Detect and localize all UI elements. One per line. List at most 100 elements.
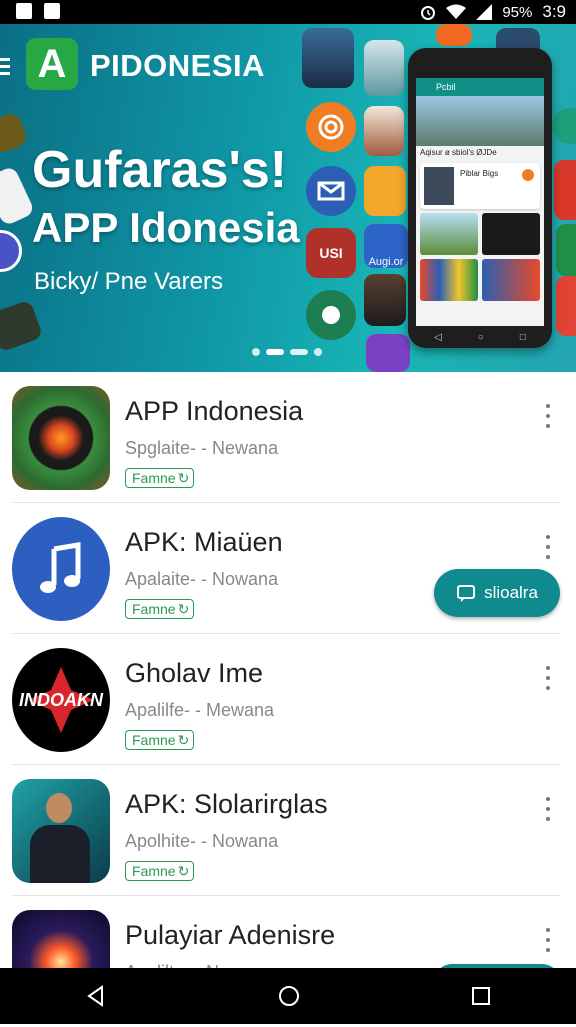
logo-letter: A — [37, 41, 67, 86]
wifi-icon — [446, 4, 467, 19]
avatar-thumb-1 — [302, 28, 354, 88]
notification-icon — [16, 3, 32, 19]
icon-text: INDOAKN — [19, 689, 103, 710]
decor-green-icon — [0, 299, 44, 353]
carousel-dots[interactable] — [252, 348, 322, 356]
more-options-icon[interactable] — [540, 797, 556, 821]
app-title: APK: Miaüen — [125, 527, 283, 557]
phone-grid-tile — [420, 213, 478, 255]
action-label: slioalra — [484, 583, 538, 602]
carousel-dot-active[interactable] — [266, 349, 284, 355]
promo-banner[interactable]: A PIDONESIA Gufaras's! APP Idonesia Bick… — [0, 24, 576, 372]
avatar-thumb-3 — [364, 106, 404, 156]
play-notification-icon — [44, 3, 60, 19]
mail-icon — [306, 166, 356, 216]
phone-header-label: Pcbil — [436, 82, 456, 92]
phone-grid-tile — [482, 213, 540, 255]
phone-recents-icon: □ — [519, 331, 526, 343]
more-options-icon[interactable] — [540, 535, 556, 559]
signal-icon — [476, 4, 493, 20]
augi-label: Augi.or — [368, 256, 404, 268]
augi-tile-icon: Augi.or — [364, 224, 408, 268]
list-item[interactable]: APP Indonesia Spglaite- - Newana Famne ↻ — [0, 372, 576, 503]
app-badge: Famne ↻ — [125, 599, 195, 619]
app-badge: Famne ↻ — [125, 730, 195, 750]
app-badge: Famne ↻ — [125, 468, 195, 488]
app-subtitle: Apalaite- - Nowana — [125, 569, 279, 589]
alarm-icon — [421, 6, 436, 20]
phone-card-icon — [522, 169, 534, 181]
more-options-icon[interactable] — [540, 666, 556, 690]
indoakn-logo-icon: INDOAKN — [12, 648, 110, 752]
list-item[interactable]: INDOAKN Gholav Ime Apalilfe- - Mewana Fa… — [0, 634, 576, 765]
banner-headline-secondary: APP Idonesia — [32, 204, 300, 251]
decor-tile-icon — [0, 165, 36, 227]
app-title: Gholav Ime — [125, 658, 264, 688]
orange-tile-icon — [436, 24, 472, 46]
play-tile-icon — [364, 166, 406, 216]
app-title: APK: Slolarirglas — [125, 789, 328, 819]
more-options-icon[interactable] — [540, 928, 556, 952]
decor-cube-icon — [0, 111, 29, 155]
list-item[interactable]: APK: Miaüen Apalaite- - Nowana Famne ↻ sl… — [0, 503, 576, 634]
app-logo: A — [26, 38, 78, 90]
app-subtitle: Spglaite- - Newana — [125, 438, 279, 458]
phone-mockup: Pcbil Aqisur ø sbiol's ØJDe Piblar Bigs … — [408, 48, 552, 348]
usi-label: USI — [319, 245, 343, 261]
phone-back-icon: ◁ — [434, 331, 442, 343]
red-tile-icon — [554, 160, 576, 220]
chat-icon — [457, 585, 476, 602]
badge-label: Famne — [132, 601, 176, 617]
music-note-icon — [12, 517, 110, 621]
phone-grid-tile — [482, 259, 540, 301]
system-nav-bar — [0, 968, 576, 1024]
phone-nav: ◁ ○ □ — [416, 326, 544, 348]
carousel-dot[interactable] — [314, 348, 322, 356]
refresh-icon: ↻ — [177, 863, 190, 879]
wifi-circle-icon — [306, 102, 356, 152]
carousel-dot[interactable] — [252, 348, 260, 356]
list-item[interactable]: APK: Slolarirglas Apolhite- - Nowana Fam… — [0, 765, 576, 896]
menu-icon[interactable] — [0, 58, 10, 79]
decor-circle-icon — [0, 230, 22, 272]
usi-badge-icon: USI — [306, 228, 356, 278]
phone-card-avatar — [424, 167, 454, 205]
phone-card-title: Piblar Bigs — [460, 169, 499, 178]
green-tile-icon — [556, 224, 576, 276]
refresh-icon: ↻ — [177, 601, 190, 617]
person-icon — [12, 779, 110, 883]
carousel-dot[interactable] — [290, 349, 308, 355]
badge-label: Famne — [132, 732, 176, 748]
pencil-icon — [366, 334, 410, 372]
refresh-icon: ↻ — [177, 732, 190, 748]
camera-lens-icon — [12, 386, 110, 490]
banner-headline: Gufaras's! — [32, 141, 288, 199]
banner-subline: Bicky/ Pne Varers — [34, 268, 223, 295]
phone-home-icon: ○ — [477, 331, 484, 343]
app-title: APP Indonesia — [125, 396, 304, 426]
home-icon[interactable] — [277, 984, 301, 1008]
app-badge: Famne ↻ — [125, 861, 195, 881]
app-subtitle: Apolhite- - Nowana — [125, 831, 279, 851]
phone-card: Piblar Bigs — [420, 163, 540, 209]
more-options-icon[interactable] — [540, 404, 556, 428]
phone-grid — [416, 213, 544, 301]
red-tile-icon-2 — [556, 276, 576, 336]
badge-label: Famne — [132, 863, 176, 879]
app-title: Pulayiar Adenisre — [125, 920, 336, 950]
back-icon[interactable] — [84, 984, 108, 1008]
badge-label: Famne — [132, 470, 176, 486]
status-time: 3:9 — [542, 2, 566, 21]
app-subtitle: Apalilfe- - Mewana — [125, 700, 275, 720]
phone-hero-image — [416, 96, 544, 146]
brand-name: PIDONESIA — [90, 48, 266, 83]
app-action-button[interactable]: slioalra — [434, 569, 560, 617]
leaf-icon — [306, 290, 356, 340]
recents-icon[interactable] — [470, 985, 492, 1007]
avatar-thumb-2 — [364, 40, 404, 96]
phone-screen: Pcbil Aqisur ø sbiol's ØJDe Piblar Bigs — [416, 78, 544, 326]
settings-round-icon — [552, 108, 576, 144]
status-bar: 95% 3:9 — [0, 0, 576, 24]
phone-header: Pcbil — [416, 78, 544, 96]
avatar-thumb-4 — [364, 274, 406, 326]
